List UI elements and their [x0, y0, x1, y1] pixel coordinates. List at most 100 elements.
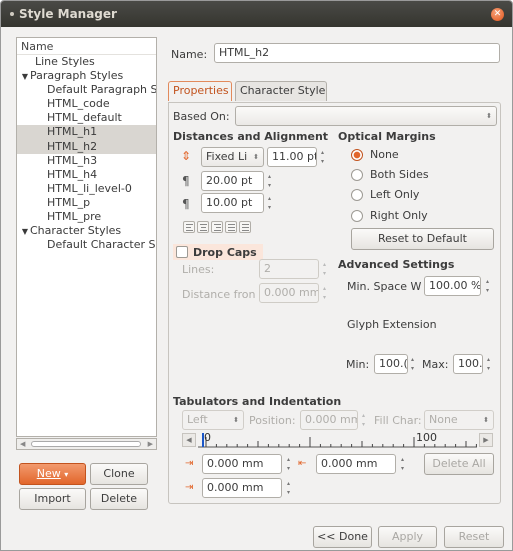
delete-all-label: Delete All: [432, 457, 486, 470]
tree-item-label: Character Styles: [30, 224, 122, 238]
tree-item-label: Default Character S: [47, 238, 156, 252]
drop-caps-checkbox[interactable]: [176, 246, 188, 258]
tree-item[interactable]: Default Paragraph S: [17, 83, 156, 97]
tree-item-label: HTML_li_level-0: [47, 181, 132, 195]
align-justify-icon[interactable]: [225, 221, 237, 233]
style-tree[interactable]: Name Line Styles ▼ Paragraph Styles Default…: [16, 37, 157, 437]
left-indent-stepper[interactable]: ▴ ▾: [285, 479, 292, 497]
delete-button[interactable]: Delete: [90, 488, 148, 510]
right-indent-stepper[interactable]: ▴ ▾: [399, 455, 406, 473]
line-spacing-mode-select[interactable]: Fixed Li ⬍: [201, 147, 264, 167]
tree-item[interactable]: HTML_h3: [17, 154, 156, 168]
optical-margin-option-label: Left Only: [370, 188, 420, 201]
space-below-field[interactable]: 10.00 pt: [201, 193, 264, 213]
reset-to-default-button[interactable]: Reset to Default: [351, 228, 494, 250]
tree-horizontal-scrollbar[interactable]: ◀ ▶: [16, 438, 157, 450]
spinner-arrows-icon: ⬍: [486, 112, 492, 120]
space-above-field[interactable]: 20.00 pt: [201, 171, 264, 191]
line-spacing-icon: ⇕: [181, 149, 192, 163]
tab-character-style[interactable]: Character Style: [235, 81, 327, 101]
tree-item-label: HTML_h2: [47, 139, 98, 153]
first-line-indent-stepper[interactable]: ▴ ▾: [285, 455, 292, 473]
ruler-left-arrow-icon[interactable]: ◀: [182, 433, 196, 447]
lines-field[interactable]: 2: [259, 259, 319, 279]
lines-label: Lines:: [182, 263, 215, 276]
delete-all-button[interactable]: Delete All: [424, 453, 494, 475]
reset-button[interactable]: Reset: [444, 526, 504, 548]
distance-from-stepper[interactable]: ▴ ▾: [321, 284, 328, 302]
first-line-indent-field[interactable]: 0.000 mm: [202, 454, 282, 474]
delete-label: Delete: [100, 492, 138, 505]
min-space-field[interactable]: 100.00 %: [424, 276, 481, 296]
apply-button[interactable]: Apply: [378, 526, 437, 548]
tree-item-label: HTML_h1: [47, 125, 98, 139]
position-stepper[interactable]: ▴ ▾: [360, 411, 367, 429]
expander-icon[interactable]: ▼: [20, 225, 30, 238]
position-field[interactable]: 0.000 mm: [300, 410, 358, 430]
tree-item[interactable]: Line Styles: [17, 55, 156, 69]
space-above-stepper[interactable]: ▴ ▾: [266, 172, 273, 190]
optical-margin-option-label: Both Sides: [370, 168, 429, 181]
fill-char-select[interactable]: None ⬍: [424, 410, 494, 430]
window-title: Style Manager: [19, 7, 117, 21]
tree-item[interactable]: Default Character S: [17, 238, 156, 252]
tree-item[interactable]: HTML_li_level-0: [17, 182, 156, 196]
tree-item[interactable]: HTML_h1: [17, 125, 156, 140]
scroll-left-icon[interactable]: ◀: [20, 439, 25, 449]
import-button[interactable]: Import: [19, 488, 86, 510]
distance-from-field[interactable]: 0.000 mm: [259, 283, 319, 303]
tree-item[interactable]: HTML_p: [17, 196, 156, 210]
drop-caps-label: Drop Caps: [193, 246, 257, 259]
align-forced-icon[interactable]: [239, 221, 251, 233]
optical-margin-radio[interactable]: [351, 149, 363, 161]
align-left-icon[interactable]: [183, 221, 195, 233]
scrollbar-thumb[interactable]: [31, 441, 141, 447]
ruler-zero-label: 0: [204, 431, 211, 444]
tree-item[interactable]: ▼ Paragraph Styles: [17, 69, 156, 83]
tabulators-heading: Tabulators and Indentation: [173, 395, 342, 408]
scroll-right-icon[interactable]: ▶: [148, 439, 153, 449]
lines-stepper[interactable]: ▴ ▾: [321, 260, 328, 278]
tree-item[interactable]: HTML_code: [17, 97, 156, 111]
tree-item-label: Line Styles: [35, 55, 95, 68]
new-button[interactable]: New ▾: [19, 463, 86, 485]
tree-item[interactable]: ▼ Character Styles: [17, 224, 156, 238]
ruler-mark-label: 100: [416, 431, 437, 444]
tree-item[interactable]: HTML_pre: [17, 210, 156, 224]
glyph-max-field[interactable]: 100.: [453, 354, 483, 374]
align-center-icon[interactable]: [197, 221, 209, 233]
tab-alignment-select[interactable]: Left ⬍: [182, 410, 244, 430]
optical-margin-radio[interactable]: [351, 169, 363, 181]
tree-item[interactable]: HTML_default: [17, 111, 156, 125]
tree-item[interactable]: HTML_h2: [17, 139, 156, 154]
done-button[interactable]: << Done: [313, 526, 372, 548]
name-field[interactable]: HTML_h2: [214, 43, 500, 63]
expander-icon[interactable]: ▼: [20, 70, 30, 83]
glyph-min-stepper[interactable]: ▴ ▾: [409, 355, 416, 373]
optical-margin-radio[interactable]: [351, 210, 363, 222]
apply-label: Apply: [391, 530, 424, 543]
left-indent-field[interactable]: 0.000 mm: [202, 478, 282, 498]
clone-button[interactable]: Clone: [90, 463, 148, 485]
align-right-icon[interactable]: [211, 221, 223, 233]
tree-item[interactable]: HTML_h4: [17, 168, 156, 182]
window-menu-icon[interactable]: [10, 12, 14, 16]
right-indent-field[interactable]: 0.000 mm: [316, 454, 396, 474]
tab-properties[interactable]: Properties: [168, 81, 232, 101]
min-space-stepper[interactable]: ▴ ▾: [484, 277, 491, 295]
space-above-icon: ¶: [182, 174, 190, 188]
line-spacing-stepper[interactable]: ▴ ▾: [319, 148, 326, 166]
glyph-max-stepper[interactable]: ▴ ▾: [485, 355, 492, 373]
tree-item-label: Paragraph Styles: [30, 69, 124, 83]
ruler-right-arrow-icon[interactable]: ▶: [479, 433, 493, 447]
based-on-select[interactable]: ⬍: [235, 106, 497, 126]
dropdown-arrow-icon: ▾: [64, 470, 69, 479]
line-spacing-field[interactable]: 11.00 pt: [267, 147, 317, 167]
space-below-stepper[interactable]: ▴ ▾: [266, 194, 273, 212]
optical-margin-radio[interactable]: [351, 189, 363, 201]
spinner-arrows-icon: ⬍: [233, 416, 239, 424]
glyph-min-field[interactable]: 100.(: [374, 354, 408, 374]
tab-ruler[interactable]: ◀ ▶ 0 100: [182, 431, 495, 449]
tree-column-header[interactable]: Name: [17, 38, 156, 55]
close-icon[interactable]: ✕: [491, 8, 504, 21]
